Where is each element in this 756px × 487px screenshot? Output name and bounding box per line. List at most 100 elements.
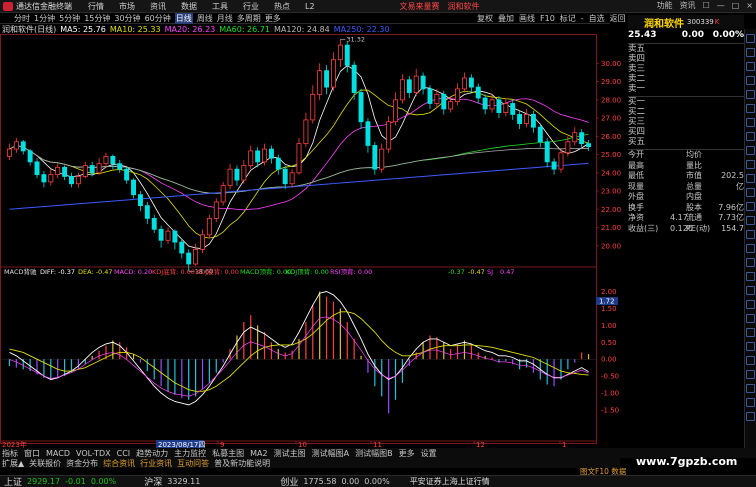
menu-item[interactable]: 工具 bbox=[212, 1, 228, 12]
tool-icon[interactable] bbox=[746, 244, 755, 253]
period-tab[interactable]: 15分钟 bbox=[84, 13, 110, 24]
sh-index-label[interactable]: 上证 bbox=[4, 475, 22, 487]
period-tab[interactable]: 60分钟 bbox=[145, 13, 171, 24]
ask-level: 卖二 bbox=[628, 74, 646, 84]
tool-icon[interactable] bbox=[746, 412, 755, 421]
tool-icon[interactable] bbox=[746, 216, 755, 225]
stat-label: 均价 bbox=[686, 150, 702, 159]
tool-icon[interactable] bbox=[746, 104, 755, 113]
back-button[interactable]: 返回 bbox=[610, 13, 626, 24]
candle-body bbox=[103, 155, 109, 165]
adjust-button[interactable]: 复权 bbox=[477, 13, 493, 24]
indicator-tab[interactable]: 更多 bbox=[399, 448, 415, 459]
quote-panel: 25.43 0.00 0.00% 卖五 卖四 卖三 卖二 卖一 买一 买二 买三… bbox=[628, 29, 744, 448]
info-tab[interactable]: 普及新功能说明 bbox=[214, 458, 270, 469]
tool-icon[interactable] bbox=[746, 188, 755, 197]
candle-body bbox=[89, 165, 95, 174]
close-icon[interactable]: × bbox=[746, 1, 753, 10]
f10-button[interactable]: F10 bbox=[540, 14, 555, 23]
indicator-tab[interactable]: CCI bbox=[117, 449, 131, 458]
period-tab[interactable]: 多周期 bbox=[237, 13, 261, 24]
stat-value: 0.120 bbox=[670, 223, 693, 233]
period-tab[interactable]: 周线 bbox=[197, 13, 213, 24]
indicator-tab[interactable]: 设置 bbox=[421, 448, 437, 459]
function-button[interactable]: 功能 bbox=[657, 0, 673, 11]
candle-body bbox=[317, 70, 323, 95]
tool-icon[interactable] bbox=[746, 300, 755, 309]
tool-icon[interactable] bbox=[746, 356, 755, 365]
indicator-tab[interactable]: 测试幅图B bbox=[355, 448, 393, 459]
draw-button[interactable]: 画线 bbox=[519, 13, 535, 24]
app-title: 通达信金融终端 bbox=[16, 1, 72, 11]
tool-icon[interactable] bbox=[746, 90, 755, 99]
tool-icon[interactable] bbox=[746, 272, 755, 281]
menu-item[interactable]: 数据 bbox=[181, 1, 197, 12]
stat-label: 最低 bbox=[628, 171, 644, 180]
tool-icon[interactable] bbox=[746, 48, 755, 57]
minus-button[interactable]: - bbox=[581, 14, 584, 23]
menu-item[interactable]: 市场 bbox=[119, 1, 135, 12]
price-axis-label: 30.00 bbox=[601, 60, 621, 68]
tool-icon[interactable] bbox=[746, 342, 755, 351]
tool-icon[interactable] bbox=[746, 160, 755, 169]
menu-item[interactable]: 热点 bbox=[274, 1, 290, 12]
overlay-button[interactable]: 叠加 bbox=[498, 13, 514, 24]
period-tab[interactable]: 月线 bbox=[217, 13, 233, 24]
restore-icon[interactable]: ☐ bbox=[703, 1, 710, 10]
stat-label: 内盘 bbox=[686, 192, 702, 201]
period-tab[interactable]: 1分钟 bbox=[34, 13, 55, 24]
menu-item[interactable]: 行业 bbox=[243, 1, 259, 12]
menu-item[interactable]: 行情 bbox=[88, 1, 104, 12]
info-tab[interactable]: 行业资讯 bbox=[140, 458, 172, 469]
period-tab[interactable]: 更多 bbox=[265, 13, 281, 24]
info-tab[interactable]: 综合资讯 bbox=[103, 458, 135, 469]
promo-link[interactable]: 润和软件 bbox=[448, 1, 480, 12]
tool-icon[interactable] bbox=[746, 314, 755, 323]
menu-item[interactable]: L2 bbox=[305, 2, 315, 11]
tool-icon[interactable] bbox=[746, 132, 755, 141]
info-tab[interactable]: 资金分布 bbox=[66, 458, 98, 469]
indicator-tab[interactable]: 测试主图 bbox=[274, 448, 306, 459]
period-tab[interactable]: 5分钟 bbox=[59, 13, 80, 24]
hs-index-label[interactable]: 沪深 bbox=[144, 475, 162, 487]
info-tab[interactable]: 关联报价 bbox=[29, 458, 61, 469]
stats-table: 今开 均价 最高 量比 最低 市值 202.5亿 现量 总量 外盘 内盘 换手 股本 7.96亿 净资 4.1… bbox=[628, 149, 744, 234]
news-button[interactable]: 资讯 bbox=[680, 0, 696, 11]
tool-icon[interactable] bbox=[746, 328, 755, 337]
bid-level: 买五 bbox=[628, 137, 646, 147]
tool-icon[interactable] bbox=[746, 398, 755, 407]
tool-icon[interactable] bbox=[746, 258, 755, 267]
tool-icon[interactable] bbox=[746, 174, 755, 183]
tool-icon[interactable] bbox=[746, 62, 755, 71]
tool-icon[interactable] bbox=[746, 370, 755, 379]
tool-icon[interactable] bbox=[746, 76, 755, 85]
tool-icon[interactable] bbox=[746, 34, 755, 43]
tool-icon[interactable] bbox=[746, 286, 755, 295]
app-logo-icon bbox=[3, 1, 13, 11]
watchlist-button[interactable]: 自选 bbox=[589, 13, 605, 24]
mark-button[interactable]: 标记 bbox=[560, 13, 576, 24]
period-tab-selected[interactable]: 日线 bbox=[174, 12, 193, 24]
tool-icon[interactable] bbox=[746, 230, 755, 239]
indicator-tab[interactable]: 测试幅图A bbox=[312, 448, 349, 459]
tool-icon[interactable] bbox=[746, 202, 755, 211]
period-tab[interactable]: 30分钟 bbox=[114, 13, 140, 24]
promo-link[interactable]: 文易来量赛 bbox=[400, 1, 440, 12]
candle-body bbox=[579, 132, 585, 145]
tool-icon[interactable] bbox=[746, 118, 755, 127]
macd-info-text: KDJ顶背: 0.00 bbox=[286, 267, 329, 276]
indicator-tab[interactable]: VOL-TDX bbox=[76, 449, 111, 458]
tool-icon[interactable] bbox=[746, 146, 755, 155]
period-tab[interactable]: 分时 bbox=[14, 13, 30, 24]
info-tab[interactable]: 互动问答 bbox=[177, 458, 209, 469]
kline-chart[interactable]: 30.00 29.00 28.00 27.00 26.00 25.00 24.00 23.00… bbox=[0, 34, 628, 448]
indicator-tab[interactable]: MACD bbox=[46, 449, 70, 458]
tool-icon[interactable] bbox=[746, 384, 755, 393]
info-tab[interactable]: 扩展▲ bbox=[2, 458, 24, 469]
indicator-tab[interactable]: MA2 bbox=[250, 449, 267, 458]
menu-item[interactable]: 资讯 bbox=[150, 1, 166, 12]
maximize-icon[interactable]: □ bbox=[732, 1, 740, 10]
cy-index-label[interactable]: 创业 bbox=[280, 475, 298, 487]
minimize-icon[interactable]: — bbox=[717, 1, 725, 10]
macd-info-text: MACD背驰 bbox=[4, 267, 37, 276]
